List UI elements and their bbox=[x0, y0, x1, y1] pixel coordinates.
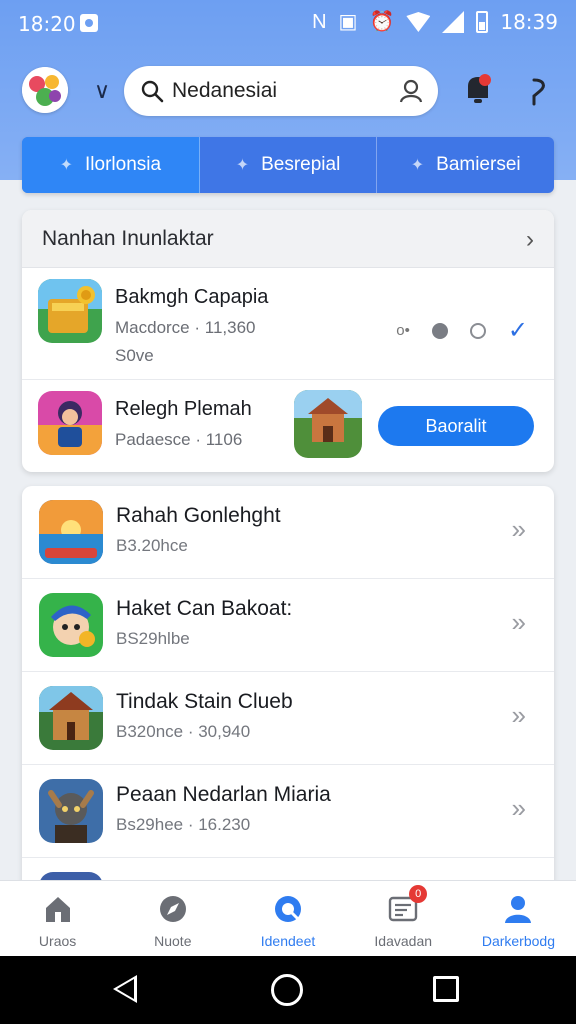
rating-options: o• ✓ bbox=[396, 316, 528, 345]
app-name: Rahah Gonlehght bbox=[116, 504, 281, 527]
notification-icon bbox=[80, 14, 98, 32]
recent-apps-icon[interactable] bbox=[433, 976, 459, 1002]
home-icon bbox=[45, 897, 70, 922]
discover-icon bbox=[275, 896, 301, 922]
sparkle-icon: ✦ bbox=[410, 157, 425, 174]
list-item[interactable]: Rahah Gonlehght B3.20hce » bbox=[22, 486, 554, 579]
notification-bell-icon[interactable] bbox=[464, 74, 492, 106]
status-time-right: 18:39 bbox=[500, 10, 558, 34]
screenshot-icon: ▣ bbox=[338, 11, 358, 33]
app-icon-treasure bbox=[38, 279, 102, 343]
app-icon-sunset bbox=[39, 500, 103, 564]
nav-label: Uraos bbox=[38, 933, 77, 949]
app-name: Peaan Nedarlan Miaria bbox=[116, 783, 331, 806]
nav-explore[interactable]: Nuote bbox=[115, 881, 230, 956]
tab-label: Ilorlonsia bbox=[85, 154, 162, 175]
featured-title: Nanhan Inunlaktar bbox=[42, 227, 214, 250]
nav-label: Darkerbodg bbox=[481, 933, 555, 949]
nav-news[interactable]: 0 Idavadan bbox=[346, 881, 461, 956]
exit-icon[interactable] bbox=[526, 74, 550, 108]
system-navigation-bar bbox=[0, 956, 576, 1024]
double-chevron-icon[interactable]: » bbox=[512, 514, 526, 545]
nav-label: Nuote bbox=[154, 933, 192, 949]
sparkle-icon: ✦ bbox=[235, 157, 250, 174]
featured-header[interactable]: Nanhan Inunlaktar › bbox=[22, 210, 554, 268]
app-name: Bakmgh Capapia bbox=[115, 286, 269, 308]
app-icon-hero bbox=[38, 391, 102, 455]
back-icon[interactable] bbox=[113, 975, 137, 1003]
nav-label: Idendeet bbox=[260, 933, 316, 949]
featured-card: Nanhan Inunlaktar › Bakmgh Capapia Macdo… bbox=[22, 210, 554, 472]
tab-label: Bamiersei bbox=[436, 154, 521, 175]
bottom-navigation: Uraos Nuote Idendeet 0 Idavadan Darkerbo… bbox=[0, 880, 576, 956]
app-meta: Macdorce · 11,360 bbox=[115, 318, 256, 337]
category-tabs: ✦ Ilorlonsia ✦ Besrepial ✦ Bamiersei bbox=[22, 137, 554, 193]
app-name: Haket Can Bakoat: bbox=[116, 597, 293, 620]
status-time-left: 18:20 bbox=[18, 12, 76, 36]
tab-ilorlonsia[interactable]: ✦ Ilorlonsia bbox=[22, 137, 200, 193]
app-name: Relegh Plemah bbox=[115, 398, 252, 420]
user-icon[interactable] bbox=[398, 78, 424, 104]
app-icon-palace bbox=[39, 686, 103, 750]
app-meta: Bs29hee · 16.230 bbox=[116, 815, 251, 834]
search-bar[interactable]: Nedanesiai bbox=[124, 66, 438, 116]
avatar[interactable] bbox=[22, 67, 68, 113]
avatar-image bbox=[22, 67, 68, 113]
app-icon-warrior bbox=[39, 779, 103, 843]
tab-besrepial[interactable]: ✦ Besrepial bbox=[200, 137, 378, 193]
chevron-right-icon[interactable]: › bbox=[526, 226, 534, 254]
list-item[interactable]: Peaan Nedarlan Miaria Bs29hee · 16.230 » bbox=[22, 765, 554, 858]
app-list: Rahah Gonlehght B3.20hce » Haket Can Bak… bbox=[22, 486, 554, 906]
signal-icon bbox=[442, 11, 465, 33]
featured-item[interactable]: Bakmgh Capapia Macdorce · 11,360 S0ve o•… bbox=[22, 268, 554, 380]
double-chevron-icon[interactable]: » bbox=[512, 700, 526, 731]
tab-bamiersei[interactable]: ✦ Bamiersei bbox=[377, 137, 554, 193]
list-item[interactable]: Haket Can Bakoat: BS29hlbe » bbox=[22, 579, 554, 672]
double-chevron-icon[interactable]: » bbox=[512, 793, 526, 824]
search-icon bbox=[141, 80, 164, 103]
news-icon: 0 bbox=[387, 885, 428, 925]
double-chevron-icon[interactable]: » bbox=[512, 607, 526, 638]
compass-icon bbox=[159, 896, 186, 922]
status-icons: N ▣ ⏰ 18:39 bbox=[312, 10, 558, 34]
option-icon[interactable]: o• bbox=[396, 322, 410, 339]
battery-icon bbox=[476, 11, 489, 33]
app-name: Tindak Stain Clueb bbox=[116, 690, 293, 713]
sparkle-icon: ✦ bbox=[59, 157, 74, 174]
app-icon-temple bbox=[294, 390, 362, 458]
nav-profile[interactable]: Darkerbodg bbox=[461, 881, 576, 956]
app-meta: BS29hlbe bbox=[116, 629, 190, 648]
filled-dot-icon[interactable] bbox=[431, 322, 448, 339]
wifi-icon bbox=[406, 12, 431, 32]
nav-home[interactable]: Uraos bbox=[0, 881, 115, 956]
profile-icon bbox=[505, 896, 532, 923]
app-sub: S0ve bbox=[115, 346, 154, 365]
search-input[interactable]: Nedanesiai bbox=[172, 79, 277, 103]
app-meta: B320nce · 30,940 bbox=[116, 722, 251, 741]
empty-circle-icon[interactable] bbox=[469, 322, 486, 339]
checkmark-icon[interactable]: ✓ bbox=[508, 316, 528, 345]
chevron-down-icon[interactable]: ∨ bbox=[94, 78, 110, 104]
featured-item[interactable]: Relegh Plemah Padaesce · 1106 Baoralit bbox=[22, 380, 554, 472]
get-button[interactable]: Baoralit bbox=[378, 406, 534, 446]
app-meta: Padaesce · 1106 bbox=[115, 430, 243, 449]
nav-discover[interactable]: Idendeet bbox=[230, 881, 345, 956]
tab-label: Besrepial bbox=[261, 154, 341, 175]
list-item[interactable]: Tindak Stain Clueb B320nce · 30,940 » bbox=[22, 672, 554, 765]
app-meta: B3.20hce bbox=[116, 536, 188, 555]
notification-badge: 0 bbox=[409, 885, 428, 903]
nav-label: Idavadan bbox=[374, 933, 433, 949]
status-bar: 18:20 N ▣ ⏰ 18:39 bbox=[0, 0, 576, 48]
app-icon-character bbox=[39, 593, 103, 657]
nfc-icon: N bbox=[312, 11, 327, 33]
home-circle-icon[interactable] bbox=[271, 974, 303, 1006]
alarm-icon: ⏰ bbox=[369, 11, 395, 33]
